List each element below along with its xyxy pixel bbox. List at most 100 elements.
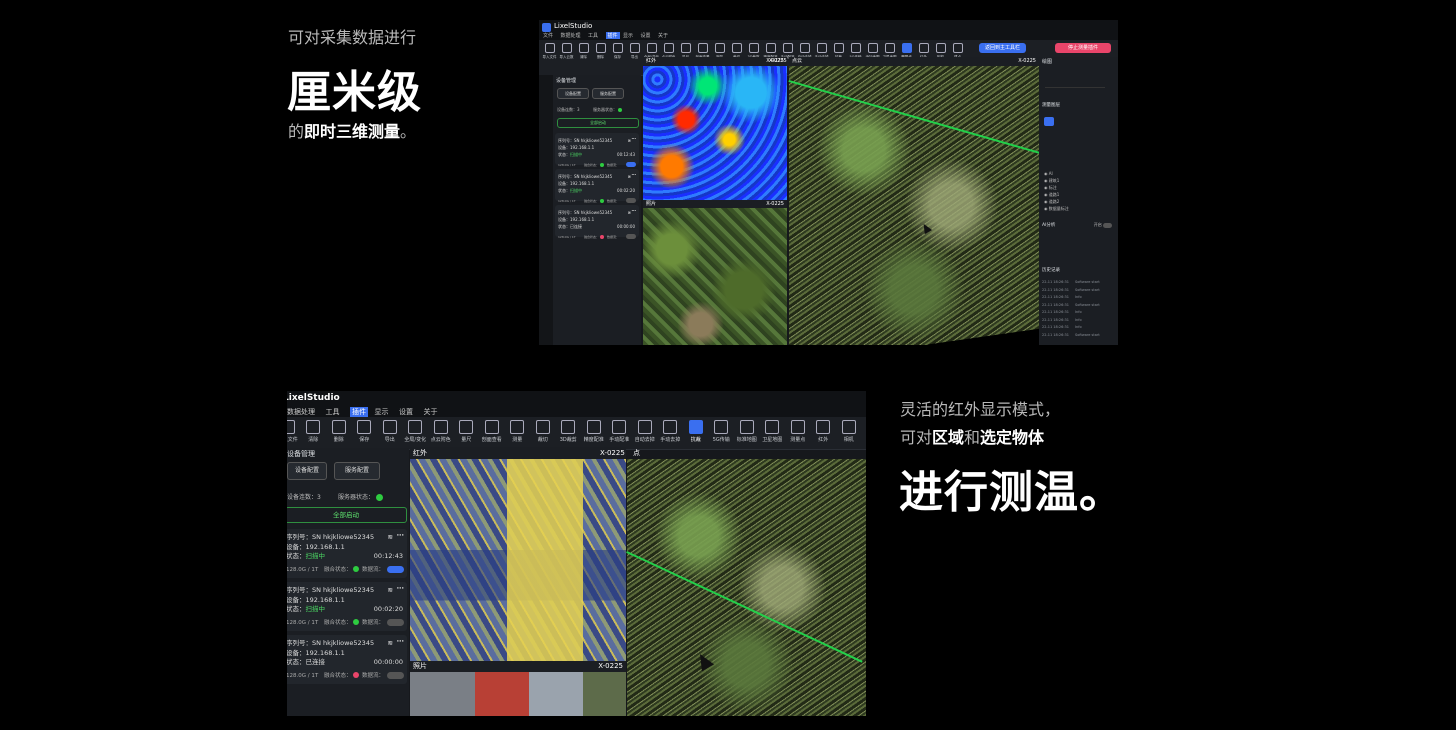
app2-tool-9[interactable]: 测量 [505,420,531,443]
infrared-view-2[interactable] [410,459,626,661]
layer-item-3[interactable]: ◉ 道路1 [1044,191,1069,198]
app2-tool-1[interactable]: 清除 [301,420,327,443]
app2-tool-10[interactable]: 裁切 [530,420,556,443]
app2-tool-5[interactable]: 全局/变化 [403,420,429,443]
app2-dataflow-toggle-0[interactable] [387,565,404,573]
app1-tool-icon-6 [646,43,657,53]
app2-tool-12[interactable]: 精度配准 [581,420,607,443]
app2-tool-4[interactable]: 导出 [377,420,403,443]
app2-menu-0[interactable]: 数据处理 [287,407,315,417]
app2-tool-20[interactable]: 测量点 [785,420,811,443]
app2-tool-icon-11 [561,420,576,434]
app1-menu-2[interactable]: 工具 [588,32,598,39]
return-main-toolbar-button[interactable]: 返回到主工具栏 [979,43,1026,53]
app2-menu-2[interactable]: 插件 [350,407,368,417]
history-time-0: 22-11 18:26:31 [1042,280,1070,284]
app1-tool-3[interactable]: 删除 [592,43,609,60]
app1-menu-3[interactable]: 插件 [605,32,620,39]
app2-device-status-label-0: 状态： [287,552,306,560]
app2-tool-3[interactable]: 保存 [352,420,378,443]
app1-tool-0[interactable]: 导入文件 [541,43,558,60]
stop-plugin-button[interactable]: 停止测量插件 [1055,43,1111,53]
app2-tool-2[interactable]: 删除 [326,420,352,443]
app1-tool-2[interactable]: 清除 [575,43,592,60]
device-config-button-2[interactable]: 设备配置 [287,462,327,480]
layer-item-5[interactable]: ◉ 数据量标注 [1044,205,1069,212]
app1-device-footer-0: 128.0G / 1T 融合状态： 数据流： [558,162,636,169]
pointcloud-view[interactable] [789,66,1051,345]
app2-device-card-0[interactable]: 序列号：SN hkjkliowe52345 设备：192.168.1.1 状态：扫描… [287,529,407,578]
ai-analysis-title: AI分析 [1042,223,1056,228]
app2-more-icon-2[interactable]: ··· [397,637,404,647]
start-all-button-2[interactable]: 全部启动 [287,507,407,523]
pointcloud-view-2[interactable] [627,459,866,716]
layer-item-2[interactable]: ◉ 标注 [1044,184,1069,191]
app2-menu-4[interactable]: 设置 [399,407,413,417]
history-value-4: Info [1075,310,1082,314]
app2-tool-7[interactable]: 量尺 [454,420,480,443]
app1-menu-5[interactable]: 设置 [641,32,651,39]
app2-tool-0[interactable]: 导入文件 [287,420,301,443]
app2-device-card-2[interactable]: 序列号：SN hkjkliowe52345 设备：192.168.1.1 状态：已连… [287,635,407,684]
app2-menu-3[interactable]: 显示 [375,407,389,417]
measure-tool-active-icon[interactable] [1044,117,1054,126]
app2-tool-16[interactable]: 抗裁 [683,420,709,443]
app1-menu-6[interactable]: 关于 [658,32,668,39]
app2-more-icon-0[interactable]: ··· [397,531,404,541]
app2-menu-1[interactable]: 工具 [326,407,340,417]
app1-device-card-2[interactable]: 序列号：SN hkjkliowe52345 设备：192.168.1.1 状态：已连… [555,205,639,239]
app1-dataflow-toggle-2[interactable] [625,234,636,239]
app1-more-icon-2[interactable]: ··· [631,207,636,214]
app2-dataflow-toggle-1[interactable] [387,618,404,626]
app2-tool-13[interactable]: 手动配准 [607,420,633,443]
device-config-button[interactable]: 设备配置 [557,88,589,99]
draw-tools-row[interactable] [1045,77,1105,88]
app1-fuse-dot-2 [600,235,605,239]
app2-menu-5[interactable]: 关于 [424,407,438,417]
app1-device-ip-0: 设备：192.168.1.1 [558,145,595,150]
layer-item-0[interactable]: ◉ AI [1044,170,1069,177]
start-all-button[interactable]: 全部启动 [557,118,639,128]
app1-dataflow-toggle-0[interactable] [625,162,636,167]
app1-tool-5[interactable]: 导出 [626,43,643,60]
app2-tool-15[interactable]: 手动去掉 [658,420,684,443]
app1-dataflow-toggle-1[interactable] [625,198,636,203]
drawing-panel-title: 绘图 [1042,59,1053,65]
layer-item-1[interactable]: ◉ 建筑1 [1044,177,1069,184]
app2-tool-icon-3 [357,420,372,434]
app1-menu-1[interactable]: 数据处理 [561,32,581,39]
app2-tool-8[interactable]: 剖面查看 [479,420,505,443]
app1-tool-icon-8 [680,43,691,53]
app1-tool-1[interactable]: 导入云数 [558,43,575,60]
app2-device-ip-0: 设备：192.168.1.1 [287,542,345,551]
photo-view[interactable] [643,208,787,345]
app2-dataflow-toggle-2[interactable] [387,671,404,679]
app1-more-icon-1[interactable]: ··· [631,171,636,178]
app2-tool-11[interactable]: 3D裁剪 [556,420,582,443]
app1-device-status-label-1: 状态： [558,188,570,193]
app2-tool-21[interactable]: 红外 [811,420,837,443]
app1-device-card-1[interactable]: 序列号：SN hkjkliowe52345 设备：192.168.1.1 状态：扫描… [555,169,639,203]
layer-item-4[interactable]: ◉ 道路2 [1044,198,1069,205]
app2-tool-6[interactable]: 点云附色 [428,420,454,443]
service-config-button[interactable]: 服务配置 [592,88,624,99]
app1-device-card-0[interactable]: 序列号：SN hkjkliowe52345 设备：192.168.1.1 状态：扫描… [555,133,639,167]
app2-more-icon-1[interactable]: ··· [397,584,404,594]
app2-tool-22[interactable]: 相机 [836,420,862,443]
ai-toggle[interactable]: 开启 [1094,222,1112,228]
photo-view-2[interactable] [410,672,626,716]
app1-tool-4[interactable]: 保存 [609,43,626,60]
app1-menu-4[interactable]: 显示 [623,32,633,39]
app2-tool-label-9: 测量 [512,437,523,443]
app1-menu-0[interactable]: 文件 [543,32,553,39]
app2-tool-19[interactable]: 卫星地图 [760,420,786,443]
app2-tool-icon-14 [637,420,652,434]
app2-tool-14[interactable]: 自动去掉 [632,420,658,443]
app2-device-card-1[interactable]: 序列号：SN hkjkliowe52345 设备：192.168.1.1 状态：扫描… [287,582,407,631]
app1-tool-label-3: 删除 [597,55,604,59]
app2-tool-18[interactable]: 标准地图 [734,420,760,443]
app2-tool-17[interactable]: 5G传输 [709,420,735,443]
app1-more-icon-0[interactable]: ··· [631,135,636,142]
infrared-view[interactable] [643,66,787,200]
service-config-button-2[interactable]: 服务配置 [334,462,380,480]
